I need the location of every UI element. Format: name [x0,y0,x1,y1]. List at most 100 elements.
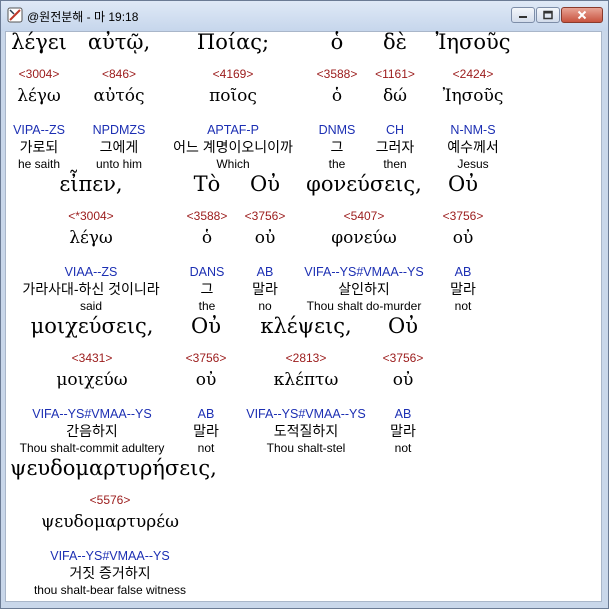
english-gloss: the [328,157,346,171]
word-block[interactable]: φονεύσεις, <5407> φονεύω VIFA--YS#VMAA--… [294,174,434,314]
parsing-code[interactable]: VIFA--YS#VMAA--YS [10,550,210,566]
strong-number[interactable]: <2813> [238,352,374,372]
parsing-code[interactable]: VIFA--YS#VMAA--YS [10,408,174,424]
lemma: κλέπτω [273,370,339,390]
english-gloss: Thou shalt do-murder [306,299,422,313]
word-block[interactable]: αὐτῷ, <846> αὐτός NPDMZS 그에게 unto him [79,32,159,172]
word-block[interactable]: δὲ <1161> δώ CH 그러자 then [368,32,422,172]
minimize-button[interactable] [511,7,535,23]
greek-word: Οὐ [191,314,221,338]
korean-gloss: 그 [200,281,214,297]
parsing-code[interactable]: NPDMZS [79,124,159,140]
title-bar[interactable]: @원전분해 - 마 19:18 [1,1,608,31]
word-block[interactable]: Οὐ <3756> οὐ AB 말라 not [178,316,234,456]
word-block[interactable]: Οὐ <3756> οὐ AB 말라 not [436,174,490,314]
strong-number[interactable]: <3756> [238,210,292,230]
app-window: @원전분해 - 마 19:18 λέγει <3004> λέγω VIPA--… [0,0,609,609]
strong-number[interactable]: <4169> [163,68,303,88]
korean-gloss: 가로되 [19,139,59,155]
lemma: οὐ [195,370,217,390]
lemma: ποῖος [209,86,257,106]
korean-gloss: 가라사대-하신 것이니라 [22,281,160,297]
word-block[interactable]: Ποίας; <4169> ποῖος APTAF-P 어느 계명이오니이까 W… [163,32,303,172]
word-block[interactable]: ὁ <3588> ὁ DNMS 그 the [312,32,362,172]
word-block[interactable]: λέγει <3004> λέγω VIPA--ZS 가로되 he saith [4,32,74,172]
parsing-code[interactable]: AB [238,266,292,282]
english-gloss: he saith [17,157,61,171]
interlinear-view[interactable]: λέγει <3004> λέγω VIPA--ZS 가로되 he saith … [5,31,602,602]
lemma: ὁ [201,228,213,248]
app-logo-icon [7,7,23,23]
parsing-code[interactable]: VIPA--ZS [4,124,74,140]
english-gloss: not [454,299,472,313]
parsing-code[interactable]: AB [436,266,490,282]
greek-word: Τὸ [193,172,221,196]
strong-number[interactable]: <1161> [368,68,422,88]
parsing-code[interactable]: N-NM-S [428,124,518,140]
parsing-code[interactable]: DNMS [312,124,362,140]
english-gloss: no [258,299,272,313]
english-gloss: then [383,157,407,171]
korean-gloss: 말라 [450,281,476,297]
strong-number[interactable]: <5576> [10,494,210,514]
lemma: δώ [382,86,408,106]
word-block[interactable]: εἶπεν, <*3004> λέγω VIAA--ZS 가라사대-하신 것이니… [8,174,174,314]
parsing-code[interactable]: AB [178,408,234,424]
strong-number[interactable]: <3756> [376,352,430,372]
word-block[interactable]: Τὸ <3588> ὁ DANS 그 the [180,174,234,314]
parsing-code[interactable]: DANS [180,266,234,282]
word-block[interactable]: Ἰησοῦς <2424> Ἰησοῦς N-NM-S 예수께서 Jesus [428,32,518,172]
english-gloss: Jesus [457,157,489,171]
lemma: Ἰησοῦς [442,86,504,106]
word-block[interactable]: μοιχεύσεις, <3431> μοιχεύω VIFA--YS#VMAA… [10,316,174,456]
lemma: λέγω [17,86,61,106]
greek-word: Οὐ [448,172,478,196]
english-gloss: not [197,441,215,455]
korean-gloss: 어느 계명이오니이까 [173,139,293,155]
korean-gloss: 말라 [252,281,278,297]
close-icon [577,10,587,20]
english-gloss: thou shalt-bear false witness [33,583,187,597]
parsing-code[interactable]: CH [368,124,422,140]
strong-number[interactable]: <3431> [10,352,174,372]
word-block[interactable]: Οὐ <3756> οὐ AB 말라 not [376,316,430,456]
strong-number[interactable]: <3588> [180,210,234,230]
lemma: ὁ [331,86,343,106]
korean-gloss: 예수께서 [447,139,499,155]
parsing-code[interactable]: VIAA--ZS [8,266,174,282]
korean-gloss: 말라 [390,423,416,439]
english-gloss: the [198,299,216,313]
minimize-icon [519,16,527,18]
strong-number[interactable]: <3756> [178,352,234,372]
strong-number[interactable]: <3756> [436,210,490,230]
parsing-code[interactable]: AB [376,408,430,424]
maximize-button[interactable] [536,7,560,23]
parsing-code[interactable]: VIFA--YS#VMAA--YS [238,408,374,424]
korean-gloss: 그러자 [375,139,415,155]
greek-word: κλέψεις, [260,314,352,338]
english-gloss: Which [216,157,250,171]
strong-number[interactable]: <3588> [312,68,362,88]
parsing-code[interactable]: APTAF-P [163,124,303,140]
korean-gloss: 살인하지 [338,281,390,297]
korean-gloss: 말라 [193,423,219,439]
lemma: αὐτός [93,86,145,106]
word-block[interactable]: κλέψεις, <2813> κλέπτω VIFA--YS#VMAA--YS… [238,316,374,456]
lemma: φονεύω [331,228,397,248]
greek-word: ψευδομαρτυρήσεις, [10,456,217,480]
lemma: οὐ [254,228,276,248]
parsing-code[interactable]: VIFA--YS#VMAA--YS [294,266,434,282]
strong-number[interactable]: <846> [79,68,159,88]
close-button[interactable] [561,7,603,23]
strong-number[interactable]: <*3004> [8,210,174,230]
english-gloss: unto him [95,157,143,171]
strong-number[interactable]: <5407> [294,210,434,230]
english-gloss: Thou shalt-stel [266,441,346,455]
greek-word: Ἰησοῦς [435,30,511,54]
window-title: @원전분해 - 마 19:18 [27,10,139,24]
strong-number[interactable]: <3004> [4,68,74,88]
word-block[interactable]: Οὐ <3756> οὐ AB 말라 no [238,174,292,314]
strong-number[interactable]: <2424> [428,68,518,88]
greek-word: αὐτῷ, [87,30,151,54]
word-block[interactable]: ψευδομαρτυρήσεις, <5576> ψευδομαρτυρέω V… [10,456,217,598]
